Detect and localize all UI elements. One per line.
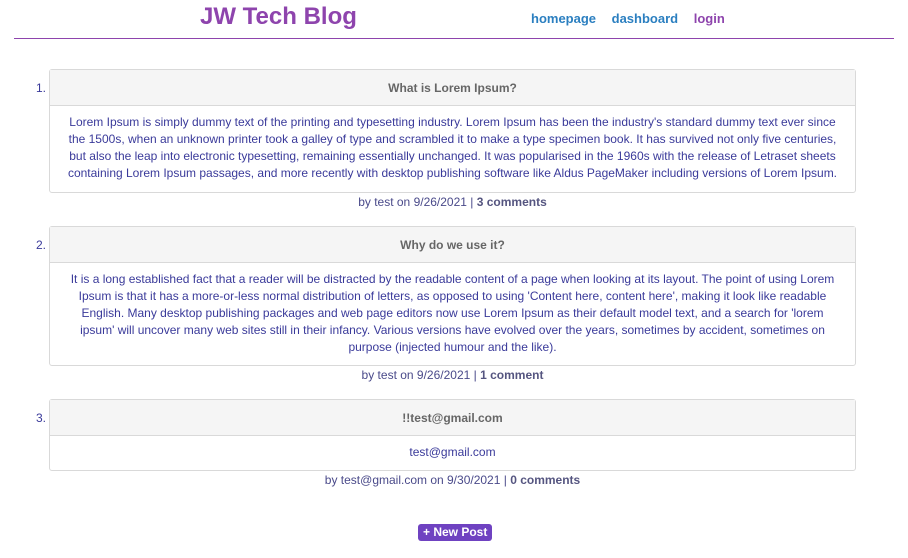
post-title[interactable]: !!test@gmail.com <box>50 400 855 436</box>
post-comments-link[interactable]: 1 comment <box>480 368 543 382</box>
nav-dashboard-link[interactable]: dashboard <box>612 11 678 26</box>
post-card: !!test@gmail.com test@gmail.com <box>49 399 856 471</box>
post-meta: by test@gmail.com on 9/30/2021 | 0 comme… <box>49 473 856 487</box>
post-byline: by test on 9/26/2021 | <box>358 195 474 209</box>
post-title[interactable]: What is Lorem Ipsum? <box>50 70 855 106</box>
post-body: test@gmail.com <box>409 445 496 459</box>
post-byline: by test on 9/26/2021 | <box>361 368 477 382</box>
post-comments-link[interactable]: 3 comments <box>477 195 547 209</box>
new-post-button[interactable]: + New Post <box>418 524 493 541</box>
nav-homepage-link[interactable]: homepage <box>531 11 596 26</box>
post-card: What is Lorem Ipsum? Lorem Ipsum is simp… <box>49 69 856 193</box>
main-nav: homepage dashboard login <box>531 11 725 26</box>
post-card: Why do we use it? It is a long establish… <box>49 226 856 366</box>
post-meta: by test on 9/26/2021 | 1 comment <box>49 368 856 382</box>
post-body: Lorem Ipsum is simply dummy text of the … <box>67 115 838 180</box>
post-title[interactable]: Why do we use it? <box>50 227 855 263</box>
post-comments-link[interactable]: 0 comments <box>510 473 580 487</box>
post-byline: by test@gmail.com on 9/30/2021 | <box>324 473 507 487</box>
post-number: 1. <box>35 81 46 95</box>
post-number: 2. <box>35 238 46 252</box>
post-meta: by test on 9/26/2021 | 3 comments <box>49 195 856 209</box>
post-body: It is a long established fact that a rea… <box>70 272 835 354</box>
header-divider <box>14 38 894 39</box>
site-header: JW Tech Blog homepage dashboard login <box>0 0 908 40</box>
nav-login-link[interactable]: login <box>694 11 725 26</box>
post-number: 3. <box>35 411 46 425</box>
site-title[interactable]: JW Tech Blog <box>200 3 357 31</box>
